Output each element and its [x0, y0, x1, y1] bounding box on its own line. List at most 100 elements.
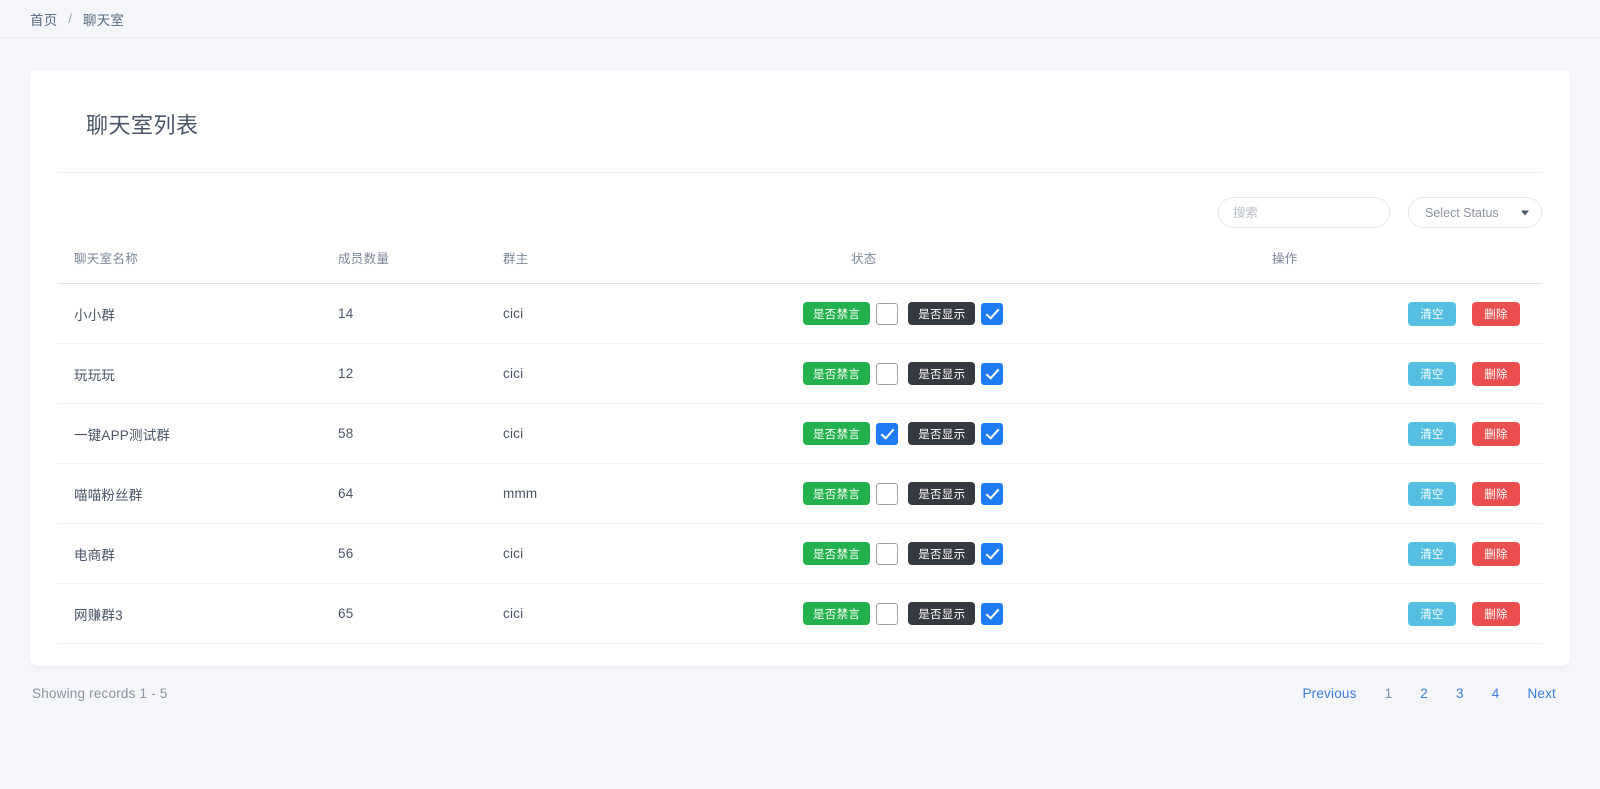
- column-header-member-count: 成员数量: [338, 244, 503, 284]
- page-title: 聊天室列表: [86, 108, 1542, 140]
- mute-toggle-badge[interactable]: 是否禁言: [803, 362, 870, 385]
- show-toggle-badge[interactable]: 是否显示: [908, 482, 975, 505]
- cell-status: 是否禁言 是否显示: [803, 524, 1272, 584]
- show-toggle-badge[interactable]: 是否显示: [908, 302, 975, 325]
- clear-button[interactable]: 清空: [1408, 482, 1456, 506]
- chatroom-list-card: 聊天室列表 Select Status 聊天室名称 成员数量 群主: [30, 70, 1570, 666]
- clear-button[interactable]: 清空: [1408, 422, 1456, 446]
- cell-owner: cici: [503, 344, 803, 404]
- column-header-status: 状态: [803, 244, 1272, 284]
- show-checkbox[interactable]: [981, 483, 1003, 505]
- show-toggle-badge[interactable]: 是否显示: [908, 542, 975, 565]
- chatroom-table: 聊天室名称 成员数量 群主 状态 操作 小小群14cici是否禁言是否显示清空删…: [58, 244, 1542, 644]
- table-header-row: 聊天室名称 成员数量 群主 状态 操作: [58, 244, 1542, 284]
- delete-button[interactable]: 删除: [1472, 602, 1520, 626]
- cell-status: 是否禁言 是否显示: [803, 464, 1272, 524]
- search-input[interactable]: [1218, 197, 1390, 228]
- delete-button[interactable]: 删除: [1472, 422, 1520, 446]
- mute-checkbox[interactable]: [876, 303, 898, 325]
- show-checkbox[interactable]: [981, 423, 1003, 445]
- table-toolbar: Select Status: [58, 173, 1542, 244]
- show-checkbox[interactable]: [981, 543, 1003, 565]
- mute-checkbox[interactable]: [876, 603, 898, 625]
- cell-status: 是否禁言 是否显示: [803, 584, 1272, 644]
- cell-actions: 清空删除: [1272, 464, 1542, 524]
- cell-member-count: 58: [338, 404, 503, 464]
- breadcrumb-separator: /: [68, 11, 72, 26]
- delete-button[interactable]: 删除: [1472, 302, 1520, 326]
- column-header-name: 聊天室名称: [58, 244, 338, 284]
- mute-toggle-badge[interactable]: 是否禁言: [803, 602, 870, 625]
- pagination-page-2[interactable]: 2: [1406, 684, 1442, 703]
- cell-chatroom-name: 玩玩玩: [58, 344, 338, 404]
- cell-owner: mmm: [503, 464, 803, 524]
- cell-status: 是否禁言 是否显示: [803, 284, 1272, 344]
- mute-checkbox[interactable]: [876, 543, 898, 565]
- table-row: 玩玩玩12cici是否禁言 是否显示 清空删除: [58, 344, 1542, 404]
- pagination-page-4[interactable]: 4: [1478, 684, 1514, 703]
- mute-toggle-badge[interactable]: 是否禁言: [803, 302, 870, 325]
- cell-status: 是否禁言 是否显示: [803, 344, 1272, 404]
- mute-toggle-badge[interactable]: 是否禁言: [803, 482, 870, 505]
- show-toggle-badge[interactable]: 是否显示: [908, 422, 975, 445]
- cell-member-count: 56: [338, 524, 503, 584]
- pagination-page-3[interactable]: 3: [1442, 684, 1478, 703]
- show-toggle-badge[interactable]: 是否显示: [908, 602, 975, 625]
- delete-button[interactable]: 删除: [1472, 362, 1520, 386]
- table-body: 小小群14cici是否禁言是否显示清空删除玩玩玩12cici是否禁言是否显示清空…: [58, 284, 1542, 644]
- pagination-page-1[interactable]: 1: [1371, 684, 1407, 703]
- breadcrumb-item-chatroom[interactable]: 聊天室: [83, 9, 124, 29]
- column-header-action: 操作: [1272, 244, 1542, 284]
- cell-chatroom-name: 小小群: [58, 284, 338, 344]
- cell-actions: 清空删除: [1272, 584, 1542, 644]
- cell-actions: 清空删除: [1272, 524, 1542, 584]
- table-row: 一键APP测试群58cici是否禁言 是否显示 清空删除: [58, 404, 1542, 464]
- mute-toggle-badge[interactable]: 是否禁言: [803, 422, 870, 445]
- mute-toggle-badge[interactable]: 是否禁言: [803, 542, 870, 565]
- breadcrumb: 首页 / 聊天室: [0, 0, 1600, 38]
- pagination-next[interactable]: Next: [1513, 684, 1570, 703]
- records-summary: Showing records 1 - 5: [32, 686, 168, 701]
- clear-button[interactable]: 清空: [1408, 362, 1456, 386]
- table-header: 聊天室名称 成员数量 群主 状态 操作: [58, 244, 1542, 284]
- breadcrumb-item-home[interactable]: 首页: [30, 9, 57, 29]
- status-filter-select[interactable]: Select Status: [1408, 197, 1542, 228]
- table-row: 网赚群365cici是否禁言 是否显示 清空删除: [58, 584, 1542, 644]
- cell-member-count: 65: [338, 584, 503, 644]
- cell-actions: 清空删除: [1272, 284, 1542, 344]
- cell-chatroom-name: 一键APP测试群: [58, 404, 338, 464]
- mute-checkbox[interactable]: [876, 423, 898, 445]
- mute-checkbox[interactable]: [876, 483, 898, 505]
- show-checkbox[interactable]: [981, 603, 1003, 625]
- show-checkbox[interactable]: [981, 363, 1003, 385]
- cell-actions: 清空删除: [1272, 404, 1542, 464]
- clear-button[interactable]: 清空: [1408, 602, 1456, 626]
- show-checkbox[interactable]: [981, 303, 1003, 325]
- cell-owner: cici: [503, 404, 803, 464]
- cell-member-count: 64: [338, 464, 503, 524]
- cell-owner: cici: [503, 524, 803, 584]
- delete-button[interactable]: 删除: [1472, 542, 1520, 566]
- cell-owner: cici: [503, 284, 803, 344]
- table-row: 喵喵粉丝群64mmm是否禁言 是否显示 清空删除: [58, 464, 1542, 524]
- cell-owner: cici: [503, 584, 803, 644]
- cell-chatroom-name: 电商群: [58, 524, 338, 584]
- table-footer: Showing records 1 - 5 Previous1234Next: [0, 666, 1600, 703]
- mute-checkbox[interactable]: [876, 363, 898, 385]
- show-toggle-badge[interactable]: 是否显示: [908, 362, 975, 385]
- cell-chatroom-name: 喵喵粉丝群: [58, 464, 338, 524]
- cell-member-count: 14: [338, 284, 503, 344]
- delete-button[interactable]: 删除: [1472, 482, 1520, 506]
- cell-chatroom-name: 网赚群3: [58, 584, 338, 644]
- clear-button[interactable]: 清空: [1408, 542, 1456, 566]
- column-header-owner: 群主: [503, 244, 803, 284]
- cell-actions: 清空删除: [1272, 344, 1542, 404]
- cell-member-count: 12: [338, 344, 503, 404]
- cell-status: 是否禁言 是否显示: [803, 404, 1272, 464]
- table-row: 小小群14cici是否禁言 是否显示 清空删除: [58, 284, 1542, 344]
- pagination-previous[interactable]: Previous: [1288, 684, 1370, 703]
- pagination: Previous1234Next: [1288, 684, 1570, 703]
- table-row: 电商群56cici是否禁言 是否显示 清空删除: [58, 524, 1542, 584]
- status-filter-wrapper: Select Status: [1408, 197, 1542, 228]
- clear-button[interactable]: 清空: [1408, 302, 1456, 326]
